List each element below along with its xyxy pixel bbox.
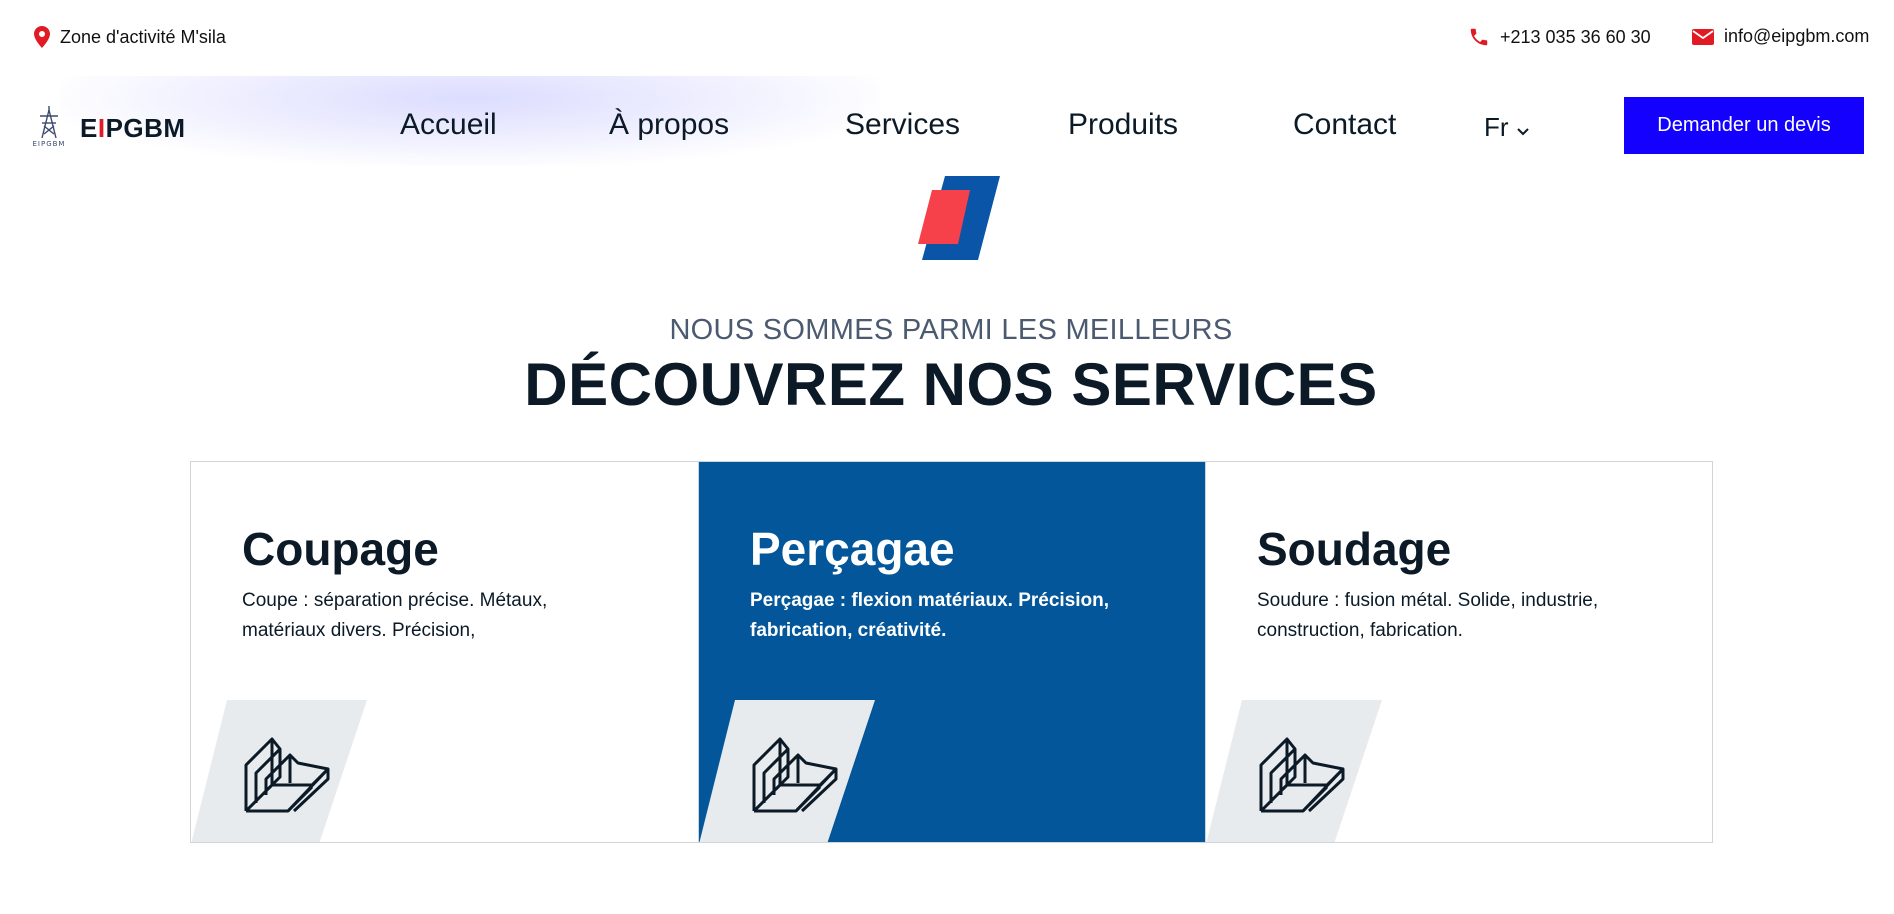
services-cards: Coupage Coupe : séparation précise. Méta… [190,461,1713,843]
card-description: Soudure : fusion métal. Solide, industri… [1257,590,1599,641]
envelope-icon [1692,28,1714,45]
location-text: Zone d'activité M'sila [60,26,226,47]
card-title: Soudage [1257,523,1452,575]
map-pin-icon [34,26,50,48]
steel-angle-icon [1257,725,1347,820]
top-contact-bar: Zone d'activité M'sila +213 035 36 60 30… [0,0,1894,76]
language-selector[interactable]: Fr [1484,112,1529,143]
nav-services[interactable]: Services [845,108,960,142]
pylon-logo-icon: EIPGBM [30,104,68,153]
location-info: Zone d'activité M'sila [34,26,226,48]
brand-prefix: E [80,113,98,143]
nav-produits[interactable]: Produits [1068,108,1178,142]
card-description: Coupe : séparation précise. Métaux, maté… [242,590,548,641]
brand-name: EIPGBM [80,113,186,144]
brand-logo[interactable]: EIPGBM EIPGBM [30,104,186,153]
card-description: Perçagae : flexion matériaux. Précision,… [750,590,1110,641]
service-card-percage[interactable]: Perçagae Perçagae : flexion matériaux. P… [698,462,1205,842]
brand-red-letter: I [97,113,106,143]
steel-angle-icon [242,725,332,820]
nav-a-propos[interactable]: À propos [609,108,729,142]
nav-contact[interactable]: Contact [1293,108,1396,142]
steel-angle-icon [750,725,840,820]
section-subtitle: NOUS SOMMES PARMI LES MEILLEURS [669,314,1233,346]
email-text: info@eipgbm.com [1724,26,1870,46]
service-card-coupage[interactable]: Coupage Coupe : séparation précise. Méta… [191,462,698,842]
svg-text:EIPGBM: EIPGBM [33,140,66,148]
brand-parallelogram-icon [900,172,1010,267]
request-quote-button[interactable]: Demander un devis [1624,97,1864,154]
section-title: DÉCOUVREZ NOS SERVICES [524,351,1378,418]
nav-accueil[interactable]: Accueil [400,108,497,142]
main-navbar: EIPGBM EIPGBM Accueil À propos Services … [0,76,1894,176]
service-card-soudage[interactable]: Soudage Soudure : fusion métal. Solide, … [1205,462,1712,842]
phone-text: +213 035 36 60 30 [1500,26,1651,47]
brand-suffix: PGBM [105,113,186,143]
language-label: Fr [1484,112,1509,142]
card-title: Perçagae [750,523,955,575]
chevron-down-icon [1516,112,1529,143]
card-title: Coupage [242,523,439,575]
email-info[interactable]: info@eipgbm.com [1692,26,1869,47]
phone-icon [1468,26,1490,48]
phone-info[interactable]: +213 035 36 60 30 [1468,26,1651,48]
